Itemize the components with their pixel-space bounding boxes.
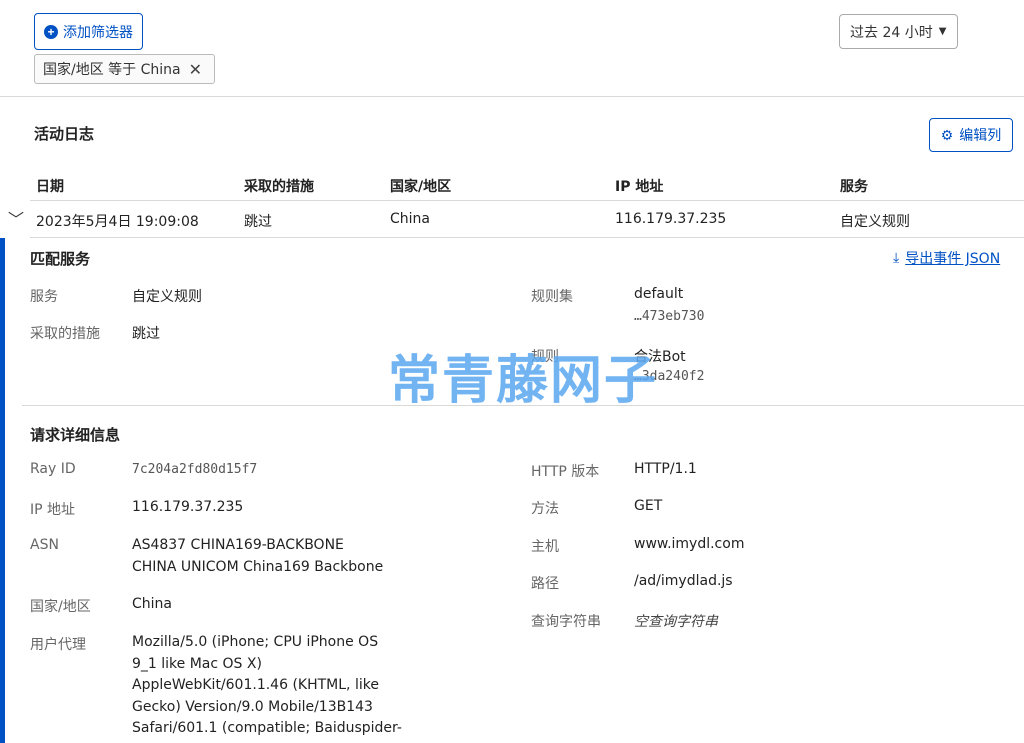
- asn-value-line2: CHINA UNICOM China169 Backbone: [132, 559, 384, 575]
- active-filter-label: 国家/地区 等于 China: [43, 62, 181, 78]
- chevron-down-icon[interactable]: ﹀: [8, 206, 24, 230]
- action-value: 跳过: [132, 326, 160, 342]
- ruleset-label: 规则集: [531, 289, 573, 305]
- gear-icon: ⚙: [940, 126, 954, 143]
- ray-id-label: Ray ID: [30, 461, 76, 477]
- country-label: 国家/地区: [30, 599, 91, 615]
- column-header-action[interactable]: 采取的措施: [244, 176, 314, 196]
- close-icon[interactable]: ✕: [189, 60, 202, 79]
- active-filter-chip[interactable]: 国家/地区 等于 China ✕: [34, 54, 215, 84]
- expanded-row-accent: [0, 238, 5, 743]
- method-value: GET: [634, 498, 663, 514]
- divider: [0, 96, 1024, 97]
- add-filter-label: 添加筛选器: [63, 23, 133, 40]
- asn-value-line1: AS4837 CHINA169-BACKBONE: [132, 537, 344, 553]
- service-label: 服务: [30, 289, 58, 305]
- ruleset-id: …473eb730: [634, 309, 705, 324]
- ruleset-value: default: [634, 286, 684, 302]
- host-value: www.imydl.com: [634, 536, 745, 552]
- watermark-text: 常青藤网子: [388, 351, 659, 411]
- request-details-title: 请求详细信息: [30, 426, 121, 444]
- http-version-label: HTTP 版本: [531, 464, 600, 480]
- method-label: 方法: [531, 501, 559, 517]
- edit-columns-label: 编辑列: [959, 127, 1002, 143]
- time-range-select[interactable]: 过去 24 小时 ▼: [839, 14, 958, 49]
- http-version-value: HTTP/1.1: [634, 461, 697, 477]
- add-filter-button[interactable]: + 添加筛选器: [34, 13, 143, 50]
- section-divider: [22, 405, 1024, 406]
- host-label: 主机: [531, 539, 559, 555]
- time-range-value: 过去 24 小时: [850, 24, 933, 41]
- download-icon: ⤓: [893, 250, 900, 266]
- country-value: China: [132, 596, 172, 612]
- header-divider: [30, 200, 1024, 201]
- matched-service-title: 匹配服务: [30, 250, 91, 268]
- column-header-ip[interactable]: IP 地址: [615, 176, 663, 196]
- query-string-label: 查询字符串: [531, 614, 601, 630]
- export-json-label: 导出事件 JSON: [905, 251, 1001, 267]
- caret-down-icon: ▼: [938, 26, 947, 37]
- row-divider: [30, 237, 1024, 238]
- column-header-country[interactable]: 国家/地区: [390, 176, 451, 196]
- activity-log-title: 活动日志: [34, 125, 95, 143]
- service-value: 自定义规则: [132, 289, 202, 305]
- plus-circle-icon: +: [44, 24, 58, 39]
- row-country: China: [390, 211, 430, 227]
- row-action: 跳过: [244, 214, 272, 230]
- edit-columns-button[interactable]: ⚙ 编辑列: [929, 118, 1013, 152]
- column-header-date[interactable]: 日期: [36, 176, 64, 196]
- ip-label: IP 地址: [30, 502, 76, 518]
- user-agent-label: 用户代理: [30, 637, 86, 653]
- row-service: 自定义规则: [840, 214, 910, 230]
- export-json-link[interactable]: ⤓ 导出事件 JSON: [893, 248, 1000, 268]
- path-label: 路径: [531, 576, 559, 592]
- query-string-value: 空查询字符串: [634, 614, 718, 630]
- row-ip: 116.179.37.235: [615, 211, 727, 227]
- asn-label: ASN: [30, 537, 59, 553]
- user-agent-value: Mozilla/5.0 (iPhone; CPU iPhone OS 9_1 l…: [132, 634, 402, 736]
- column-header-service[interactable]: 服务: [840, 176, 868, 196]
- action-label: 采取的措施: [30, 326, 100, 342]
- ray-id-value: 7c204a2fd80d15f7: [132, 462, 258, 477]
- row-date: 2023年5月4日 19:09:08: [36, 214, 199, 230]
- path-value: /ad/imydlad.js: [634, 573, 733, 589]
- ip-value: 116.179.37.235: [132, 499, 244, 515]
